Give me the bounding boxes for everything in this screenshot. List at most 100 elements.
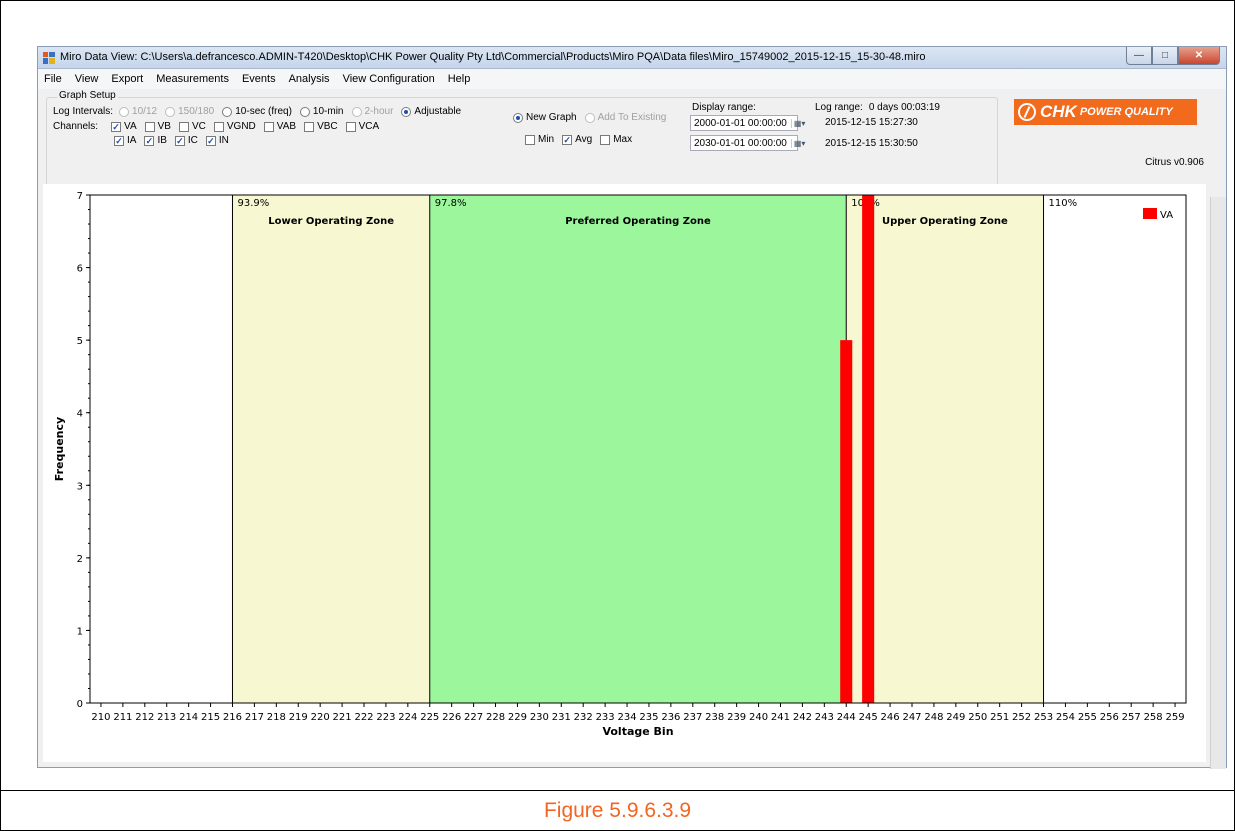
channel-checkbox-vbc[interactable]: VBC bbox=[304, 121, 338, 132]
y-tick-label: 0 bbox=[77, 699, 83, 710]
new-graph-radio[interactable]: New Graph bbox=[513, 112, 577, 123]
menu-export[interactable]: Export bbox=[111, 73, 143, 85]
radio-icon bbox=[299, 106, 310, 117]
calendar-dropdown-icon[interactable]: ▦▾ bbox=[790, 118, 805, 128]
x-tick-label: 256 bbox=[1100, 712, 1119, 723]
x-tick-label: 254 bbox=[1056, 712, 1075, 723]
menu-analysis[interactable]: Analysis bbox=[289, 73, 330, 85]
menu-view[interactable]: View bbox=[75, 73, 99, 85]
x-tick-label: 210 bbox=[91, 712, 110, 723]
checkmark-icon: ✓ bbox=[111, 121, 122, 132]
menu-help[interactable]: Help bbox=[448, 73, 471, 85]
interval-radio-adjustable[interactable]: Adjustable bbox=[401, 106, 461, 117]
stat-checkbox-avg[interactable]: ✓ Avg bbox=[562, 134, 592, 145]
checkbox-icon bbox=[600, 134, 611, 145]
log-start-value: 2015-12-15 15:27:30 bbox=[825, 117, 918, 128]
interval-label: Adjustable bbox=[414, 106, 462, 117]
graph-setup-legend: Graph Setup bbox=[57, 90, 118, 101]
radio-icon bbox=[513, 112, 523, 123]
channel-label: VBC bbox=[317, 121, 338, 132]
interval-radio-10-12[interactable]: 10/12 bbox=[119, 106, 157, 117]
title-bar[interactable]: Miro Data View: C:\Users\a.defrancesco.A… bbox=[38, 47, 1226, 69]
channel-label: VGND bbox=[226, 121, 256, 132]
checkbox-icon bbox=[213, 121, 224, 132]
minimize-icon: — bbox=[1134, 50, 1144, 61]
x-tick-label: 242 bbox=[793, 712, 812, 723]
log-intervals-label: Log Intervals: bbox=[53, 106, 114, 117]
stat-checkbox-max[interactable]: Max bbox=[600, 134, 632, 145]
channel-checkbox-ia[interactable]: ✓ IA bbox=[114, 135, 136, 146]
menu-file[interactable]: File bbox=[44, 73, 62, 85]
interval-radio-150-180[interactable]: 150/180 bbox=[165, 106, 214, 117]
interval-radio-10-sec-freq-[interactable]: 10-sec (freq) bbox=[222, 106, 292, 117]
channel-checkbox-vc[interactable]: VC bbox=[178, 121, 206, 132]
x-tick-label: 246 bbox=[881, 712, 900, 723]
stat-label: Avg bbox=[575, 134, 593, 145]
x-tick-label: 218 bbox=[267, 712, 286, 723]
x-tick-label: 229 bbox=[508, 712, 527, 723]
display-range-row: Display range: bbox=[692, 102, 756, 113]
channel-label: VCA bbox=[358, 121, 380, 132]
graph-setup-group: Graph Setup Log Intervals: 10/12 150/180 1… bbox=[46, 90, 998, 190]
channel-checkbox-vab[interactable]: VAB bbox=[263, 121, 296, 132]
histogram-chart: 93.9% Lower Operating Zone 97.8% Preferred … bbox=[53, 191, 1187, 738]
checkmark-icon: ✓ bbox=[174, 135, 185, 146]
x-tick-label: 243 bbox=[815, 712, 834, 723]
checkbox-icon bbox=[525, 134, 535, 145]
stat-checkbox-min[interactable]: Min bbox=[525, 134, 554, 145]
interval-radio-10-min[interactable]: 10-min bbox=[299, 106, 344, 117]
channel-checkbox-ib[interactable]: ✓ IB bbox=[144, 135, 167, 146]
radio-icon bbox=[351, 106, 362, 117]
channel-checkbox-ic[interactable]: ✓ IC bbox=[174, 135, 198, 146]
chart-panel: 93.9% Lower Operating Zone 97.8% Preferred … bbox=[43, 184, 1206, 762]
log-range-label: Log range: bbox=[815, 102, 863, 113]
histogram-bar bbox=[840, 340, 853, 703]
channel-checkbox-va[interactable]: ✓ VA bbox=[111, 121, 137, 132]
x-tick-label: 251 bbox=[990, 712, 1009, 723]
channel-checkbox-vb[interactable]: VB bbox=[144, 121, 171, 132]
vertical-scrollbar[interactable] bbox=[1210, 197, 1226, 769]
close-button[interactable]: ✕ bbox=[1178, 47, 1220, 65]
x-tick-label: 239 bbox=[727, 712, 746, 723]
channel-checkbox-vgnd[interactable]: VGND bbox=[213, 121, 256, 132]
legend-swatch bbox=[1143, 208, 1157, 219]
app-icon bbox=[43, 52, 55, 64]
app-window: Miro Data View: C:\Users\a.defrancesco.A… bbox=[37, 46, 1227, 769]
x-tick-label: 240 bbox=[749, 712, 768, 723]
minimize-button[interactable]: — bbox=[1126, 47, 1152, 65]
channel-checkbox-in[interactable]: ✓ IN bbox=[205, 135, 229, 146]
x-tick-label: 236 bbox=[661, 712, 680, 723]
x-tick-label: 237 bbox=[683, 712, 702, 723]
channel-checkbox-vca[interactable]: VCA bbox=[345, 121, 380, 132]
add-to-existing-radio[interactable]: Add To Existing bbox=[584, 112, 666, 123]
channels-row: Channels: ✓ VA VB VC VGND VAB VBC VCA bbox=[53, 121, 387, 132]
operating-zone-band bbox=[232, 195, 430, 703]
menu-view-configuration[interactable]: View Configuration bbox=[343, 73, 435, 85]
menu-bar: File View Export Measurements Events Analysis… bbox=[38, 69, 1226, 89]
x-tick-label: 213 bbox=[157, 712, 176, 723]
channels-options-row1: ✓ VA VB VC VGND VAB VBC VCA bbox=[111, 121, 387, 132]
display-from-picker[interactable]: 2000-01-01 00:00:00 ▦▾ bbox=[690, 115, 805, 131]
log-range-value: 0 days 00:03:19 bbox=[868, 102, 940, 113]
channel-label: VA bbox=[124, 121, 137, 132]
interval-radio-2-hour[interactable]: 2-hour bbox=[351, 106, 393, 117]
menu-measurements[interactable]: Measurements bbox=[156, 73, 229, 85]
display-to-row: 2030-01-01 00:00:00 ▦▾ bbox=[690, 135, 805, 151]
x-tick-label: 235 bbox=[639, 712, 658, 723]
menu-events[interactable]: Events bbox=[242, 73, 276, 85]
new-graph-label: New Graph bbox=[526, 112, 577, 123]
display-to-picker[interactable]: 2030-01-01 00:00:00 ▦▾ bbox=[690, 135, 805, 151]
channels-label: Channels: bbox=[53, 121, 99, 132]
x-tick-label: 248 bbox=[924, 712, 943, 723]
log-intervals-row: Log Intervals: 10/12 150/180 10-sec (freq)… bbox=[53, 106, 469, 117]
log-intervals-options: 10/12 150/180 10-sec (freq) 10-min 2-hour Adj… bbox=[119, 106, 469, 117]
maximize-button[interactable]: □ bbox=[1152, 47, 1178, 65]
x-tick-label: 224 bbox=[398, 712, 417, 723]
calendar-dropdown-icon[interactable]: ▦▾ bbox=[790, 138, 805, 148]
figure-caption: Figure 5.9.6.3.9 bbox=[543, 799, 692, 822]
x-tick-label: 233 bbox=[596, 712, 615, 723]
x-tick-label: 221 bbox=[333, 712, 352, 723]
version-label: Citrus v0.906 bbox=[1145, 157, 1204, 168]
x-tick-label: 249 bbox=[946, 712, 965, 723]
x-tick-label: 211 bbox=[113, 712, 132, 723]
